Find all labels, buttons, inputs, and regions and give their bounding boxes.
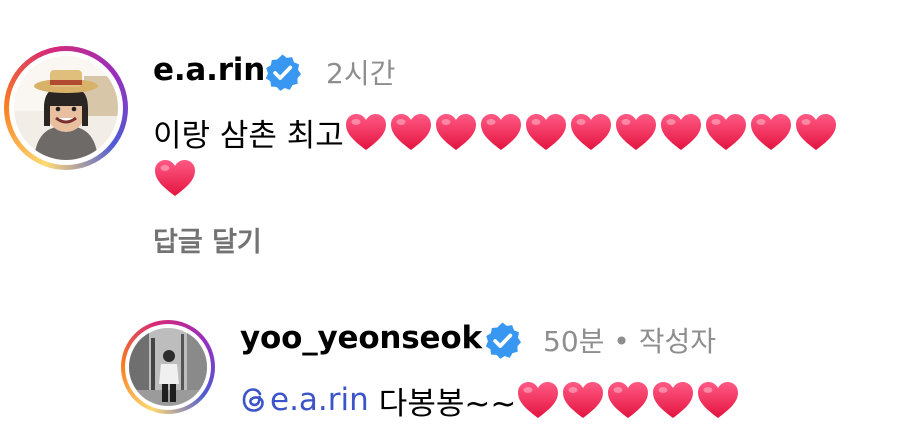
comment-time: 50분 • 작성자 xyxy=(543,325,716,358)
comment-e-a-rin: e.a.rin 2시간 이랑 삼촌 최고 답글 달기 xyxy=(0,0,922,270)
child-photo-icon xyxy=(14,56,118,160)
hearts-row-2 xyxy=(153,158,198,198)
heart-emoji-icon xyxy=(569,112,613,152)
avatar-ring[interactable] xyxy=(121,320,215,414)
hearts-row-1 xyxy=(344,112,839,152)
heart-emoji-icon xyxy=(516,380,560,420)
heart-emoji-icon xyxy=(704,112,748,152)
heart-emoji-icon xyxy=(524,112,568,152)
comment-text: 다봉봉~~ xyxy=(378,385,517,422)
heart-emoji-icon xyxy=(479,112,523,152)
comment-username[interactable]: yoo_yeonseok xyxy=(240,320,482,356)
heart-emoji-icon xyxy=(606,380,650,420)
mention-link[interactable]: e.a.rin xyxy=(240,382,369,418)
comment-time: 2시간 xyxy=(326,57,396,90)
avatar-ring[interactable] xyxy=(4,46,128,170)
heart-emoji-icon xyxy=(696,380,740,420)
verified-badge-icon xyxy=(484,322,521,359)
mention-username: e.a.rin xyxy=(270,382,369,418)
comment-text: 이랑 삼촌 최고 xyxy=(153,117,344,154)
comment-text-line-1: 이랑 삼촌 최고 xyxy=(153,110,839,154)
reply-button[interactable]: 답글 달기 xyxy=(153,220,262,259)
comment-username[interactable]: e.a.rin xyxy=(153,52,265,88)
heart-emoji-icon xyxy=(153,158,197,198)
hearts-row-1 xyxy=(516,380,741,420)
heart-emoji-icon xyxy=(794,112,838,152)
heart-emoji-icon xyxy=(651,380,695,420)
verified-badge-icon xyxy=(264,54,301,91)
avatar xyxy=(129,328,207,406)
comment-text-line-2 xyxy=(153,156,198,200)
heart-emoji-icon xyxy=(344,112,388,152)
avatar xyxy=(14,56,118,160)
comment-text-line-1: e.a.rin 다봉봉~~ xyxy=(240,378,741,422)
heart-emoji-icon xyxy=(614,112,658,152)
heart-emoji-icon xyxy=(389,112,433,152)
heart-emoji-icon xyxy=(561,380,605,420)
threads-icon xyxy=(242,388,264,412)
heart-emoji-icon xyxy=(659,112,703,152)
person-photo-icon xyxy=(129,328,207,406)
heart-emoji-icon xyxy=(749,112,793,152)
heart-emoji-icon xyxy=(434,112,478,152)
comment-yoo-yeonseok: yoo_yeonseok 50분 • 작성자 e.a.rin 다봉봉~~ xyxy=(0,290,922,432)
